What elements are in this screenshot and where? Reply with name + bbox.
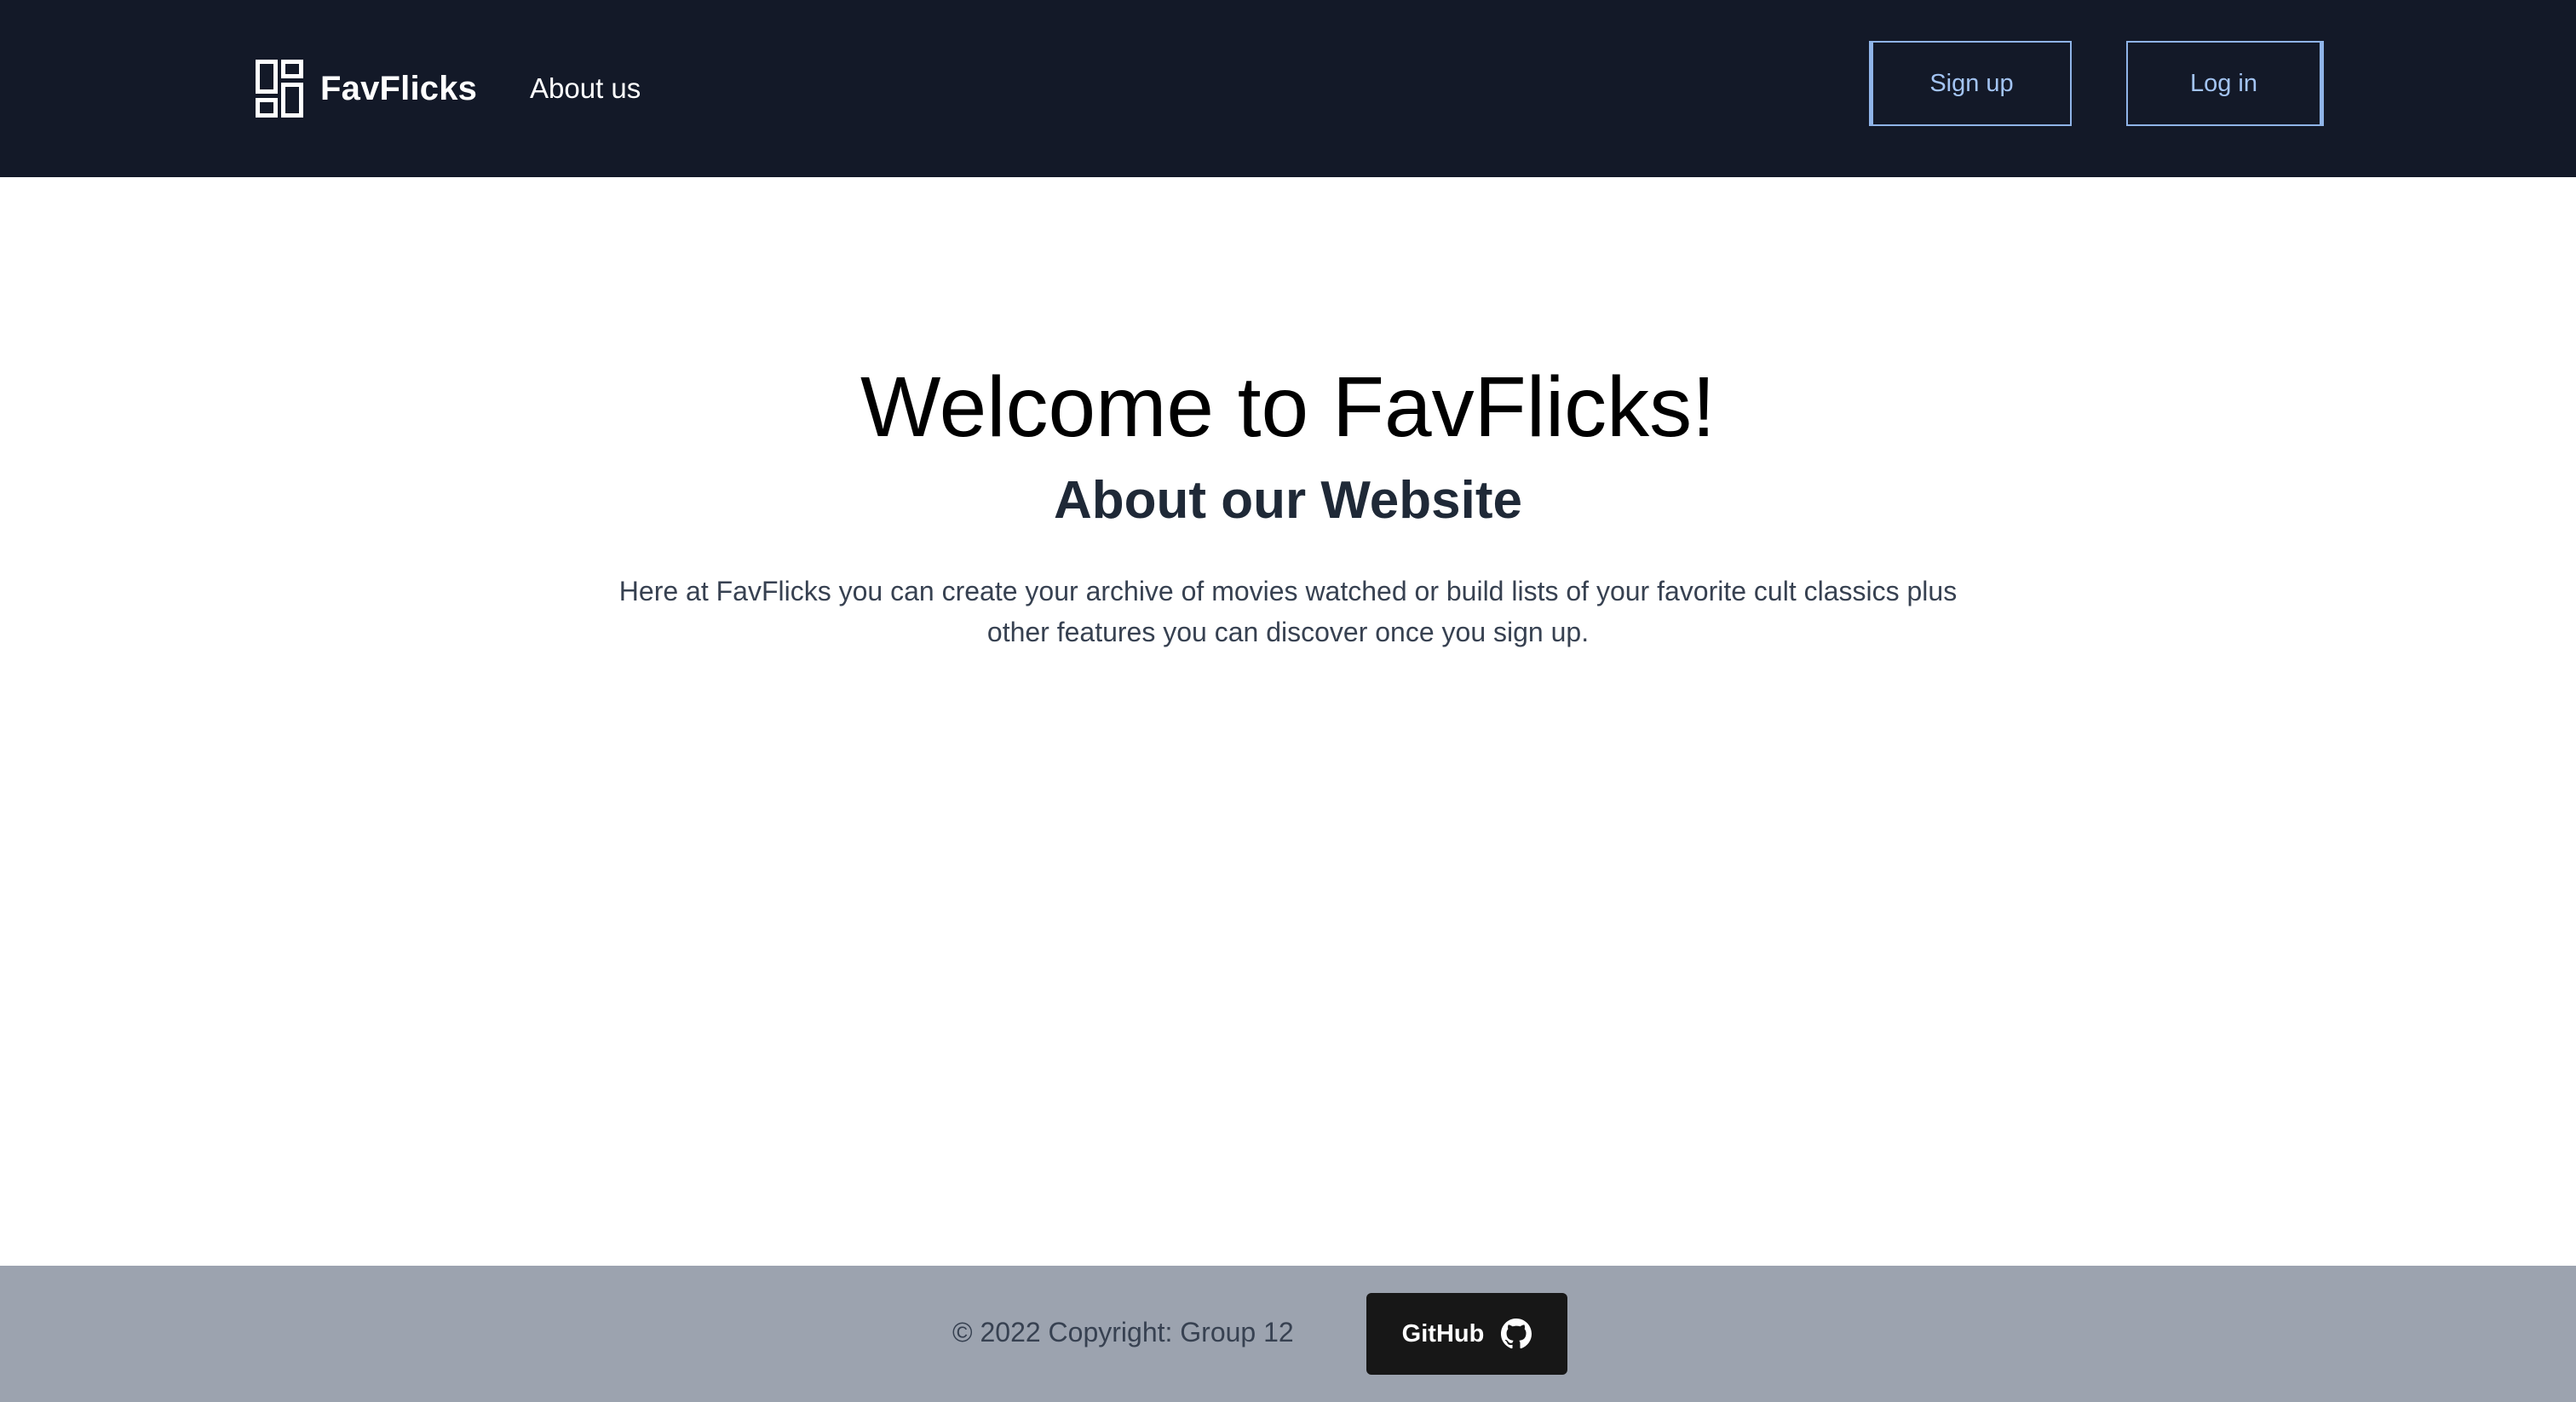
welcome-title: Welcome to FavFlicks! xyxy=(860,359,1716,455)
about-description: Here at FavFlicks you can create your ar… xyxy=(618,576,1958,647)
sign-up-button[interactable]: Sign up xyxy=(1869,41,2072,126)
github-button[interactable]: GitHub xyxy=(1366,1293,1567,1375)
github-button-label: GitHub xyxy=(1401,1319,1485,1347)
dashboard-icon xyxy=(256,60,303,118)
brand-name: FavFlicks xyxy=(320,70,478,107)
top-navbar: FavFlicks About us Sign up Log in xyxy=(0,0,2576,177)
about-subtitle: About our Website xyxy=(1054,471,1522,530)
nav-about-us-link[interactable]: About us xyxy=(530,70,641,107)
brand-home-link[interactable]: FavFlicks xyxy=(256,60,477,118)
github-icon xyxy=(1501,1319,1532,1349)
copyright-text: © 2022 Copyright: Group 12 xyxy=(952,1317,1294,1347)
log-in-button[interactable]: Log in xyxy=(2126,41,2324,126)
